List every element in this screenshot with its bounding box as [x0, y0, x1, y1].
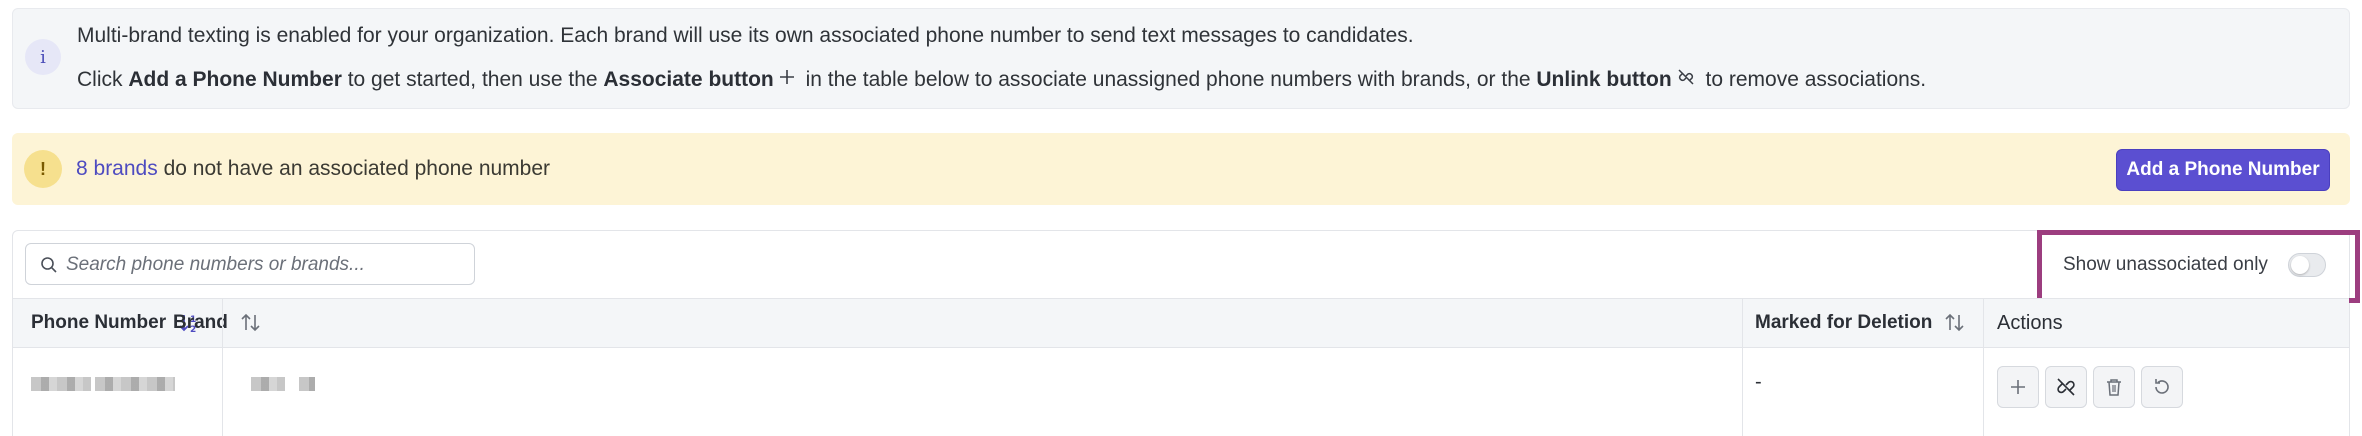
show-unassociated-toggle[interactable] [2288, 253, 2326, 277]
info-text-line1: Multi-brand texting is enabled for your … [77, 24, 1414, 47]
unlink-icon [2057, 378, 2075, 396]
plus-icon [2011, 380, 2025, 394]
table-header: Phone Number 12 Brand Marked for Deletio… [13, 298, 2349, 348]
toggle-knob [2291, 256, 2309, 274]
plus-icon [778, 68, 796, 92]
delete-button[interactable] [2093, 366, 2135, 408]
warning-icon: ! [24, 150, 62, 188]
restore-icon [2155, 379, 2169, 394]
warning-text: 8 brands do not have an associated phone… [76, 157, 551, 180]
column-header-actions: Actions [1997, 311, 2063, 334]
warning-banner: ! 8 brands do not have an associated pho… [12, 133, 2350, 205]
search-field[interactable] [25, 243, 475, 285]
search-icon [41, 257, 57, 273]
table-row: - [13, 348, 2349, 436]
column-header-brand[interactable]: Brand [173, 299, 262, 347]
unlink-icon [1676, 68, 1696, 92]
associate-button[interactable] [1997, 366, 2039, 408]
search-input[interactable] [66, 250, 461, 280]
marked-for-deletion-value: - [1755, 371, 1762, 393]
show-unassociated-label: Show unassociated only [2063, 254, 2268, 275]
unlink-button[interactable] [2045, 366, 2087, 408]
info-text-line2: Click Add a Phone Number to get started,… [77, 68, 1927, 92]
phone-numbers-table-card: Show unassociated only Phone Number 12 B… [12, 230, 2360, 436]
sort-icon[interactable] [1944, 312, 1966, 334]
info-icon: i [25, 39, 61, 75]
trash-icon [2107, 379, 2121, 396]
info-banner: i Multi-brand texting is enabled for you… [12, 8, 2350, 109]
sort-icon[interactable] [240, 312, 262, 334]
brands-count-link[interactable]: 8 brands [76, 157, 158, 180]
column-header-marked-for-deletion[interactable]: Marked for Deletion [1755, 299, 1966, 347]
restore-button[interactable] [2141, 366, 2183, 408]
add-phone-number-button[interactable]: Add a Phone Number [2116, 149, 2330, 191]
